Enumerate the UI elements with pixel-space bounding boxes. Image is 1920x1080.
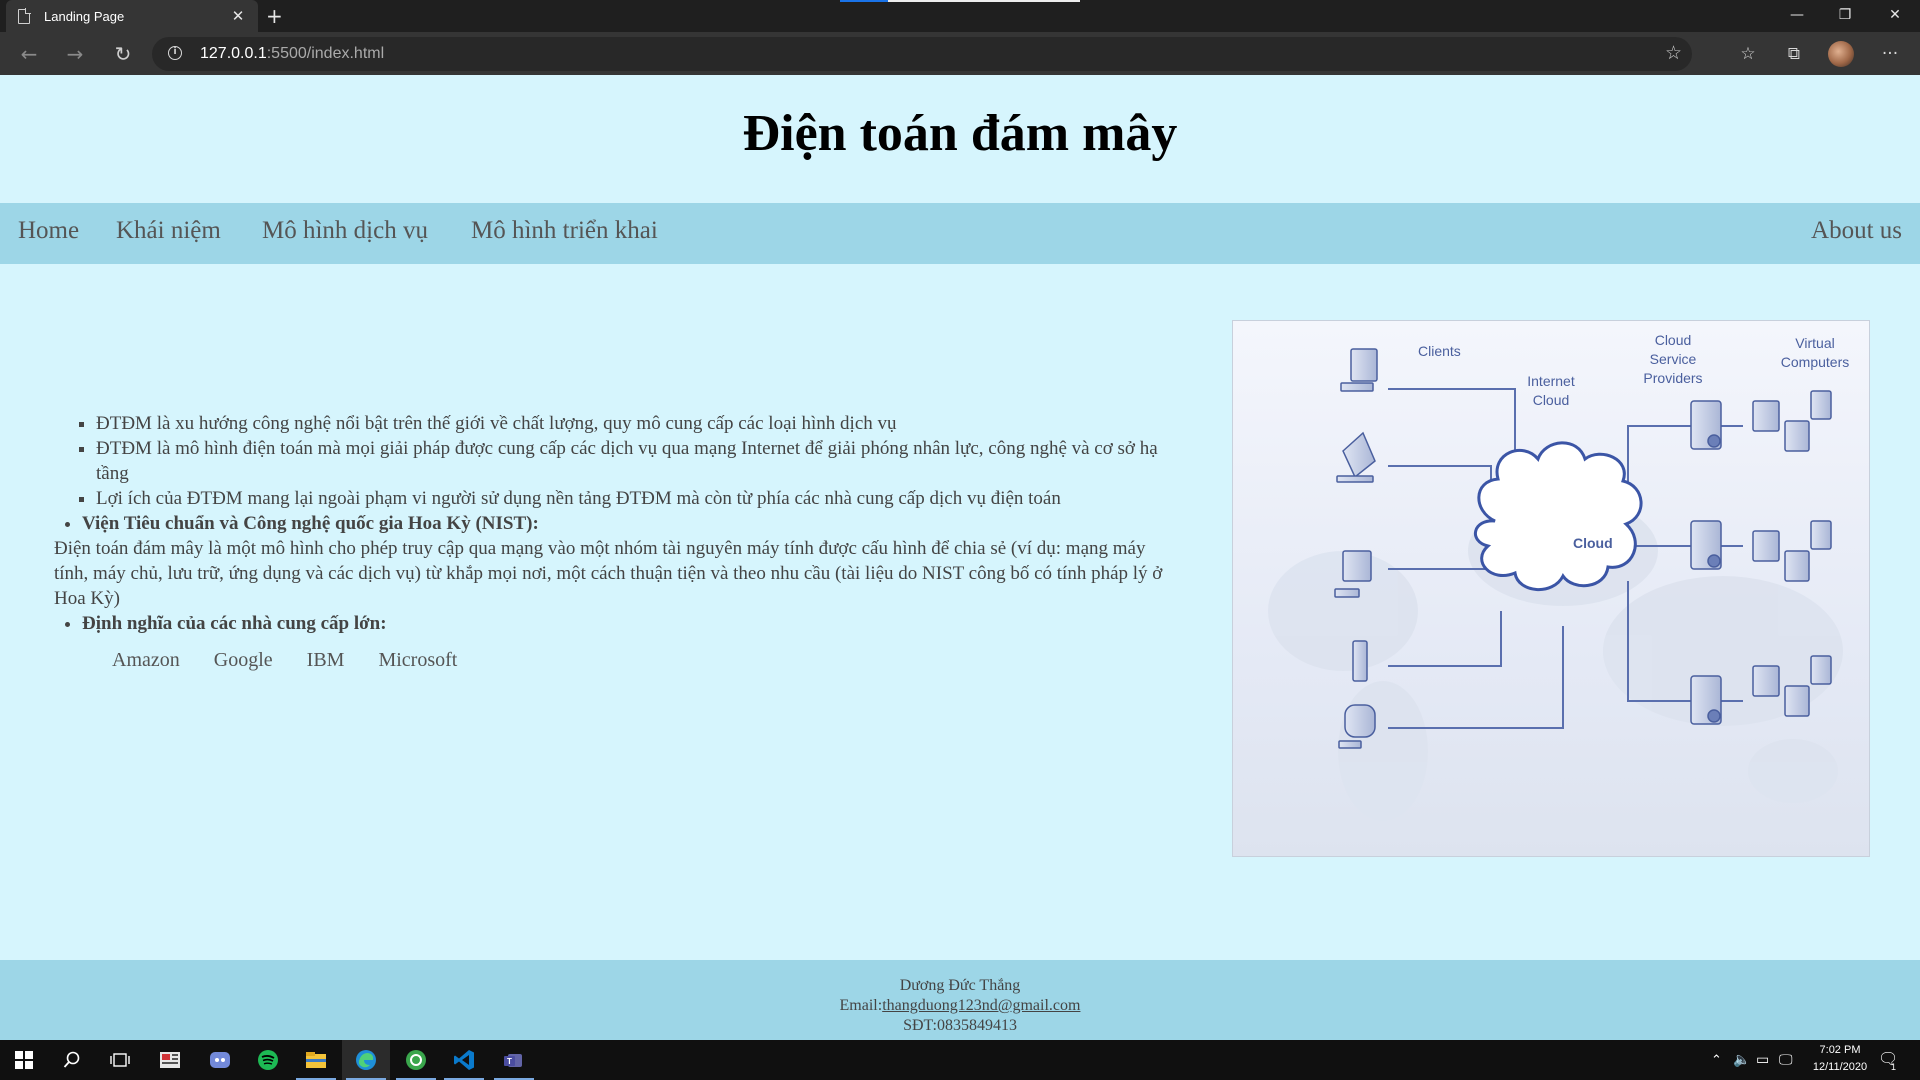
tab-close-icon[interactable]: ✕ — [228, 7, 248, 25]
windows-start-icon[interactable] — [0, 1040, 48, 1080]
label-csp-3: Providers — [1643, 370, 1702, 386]
provider-links: Amazon Google IBM Microsoft — [54, 648, 1184, 673]
search-icon[interactable] — [48, 1040, 96, 1080]
file-explorer-icon[interactable] — [292, 1040, 340, 1080]
tab-title: Landing Page — [44, 8, 125, 24]
footer-name: Dương Đức Thắng — [899, 977, 1021, 994]
main-content: ĐTĐM là xu hướng công nghệ nổi bật trên … — [54, 411, 1184, 673]
edge-browser-icon[interactable] — [342, 1040, 390, 1080]
list-item: ĐTĐM là xu hướng công nghệ nổi bật trên … — [96, 411, 1184, 436]
list-item: Lợi ích của ĐTĐM mang lại ngoài phạm vi … — [96, 486, 1184, 511]
providers-list: Định nghĩa của các nhà cung cấp lớn: — [54, 611, 1184, 636]
restore-button[interactable]: ❐ — [1822, 0, 1868, 30]
browser-tab[interactable]: Landing Page ✕ — [6, 0, 258, 32]
battery-icon[interactable]: ▭ — [1756, 1051, 1769, 1068]
close-window-button[interactable]: ✕ — [1872, 0, 1918, 30]
providers-heading-item: Định nghĩa của các nhà cung cấp lớn: — [82, 611, 1184, 636]
nav-mo-hinh-dich-vu[interactable]: Mô hình dịch vụ — [262, 217, 428, 245]
network-icon[interactable]: 🖵 — [1779, 1051, 1793, 1068]
discord-icon[interactable] — [196, 1040, 244, 1080]
nav-khai-niem[interactable]: Khái niệm — [116, 217, 221, 245]
forward-icon[interactable]: → — [62, 41, 88, 67]
collections-icon[interactable]: ⧉ — [1780, 40, 1808, 68]
provider-amazon[interactable]: Amazon — [112, 648, 180, 673]
list-item: ĐTĐM là mô hình điện toán mà mọi giải ph… — [96, 436, 1184, 486]
label-csp-2: Service — [1650, 351, 1697, 367]
browser-toolbar: ← → ↻ i 127.0.0.1:5500/index.html ☆ ☆ ⧉ … — [0, 32, 1920, 75]
document-icon — [18, 8, 31, 24]
clock-date[interactable]: 12/11/2020 — [1808, 1061, 1872, 1073]
label-clients: Clients — [1418, 343, 1461, 359]
teams-icon[interactable]: T — [490, 1040, 538, 1080]
nist-heading: Viện Tiêu chuẩn và Công nghệ quốc gia Ho… — [82, 513, 539, 534]
address-bar[interactable]: i 127.0.0.1:5500/index.html ☆ — [152, 37, 1692, 71]
favorite-star-icon[interactable]: ☆ — [1665, 42, 1682, 64]
news-app-icon[interactable] — [146, 1040, 194, 1080]
svg-text:T: T — [507, 1057, 512, 1066]
green-app-icon[interactable] — [392, 1040, 440, 1080]
footer-email-link[interactable]: thangduong123nd@gmail.com — [882, 997, 1080, 1014]
label-vc-1: Virtual — [1795, 335, 1834, 351]
label-cloud: Cloud — [1573, 535, 1613, 551]
info-icon[interactable]: i — [168, 46, 182, 60]
cloud-shape — [1473, 441, 1643, 592]
back-icon[interactable]: ← — [16, 41, 42, 67]
footer-phone: SĐT:0835849413 — [903, 1017, 1017, 1034]
refresh-icon[interactable]: ↻ — [110, 41, 136, 67]
new-tab-button[interactable]: + — [266, 4, 283, 28]
volume-icon[interactable]: 🔈 — [1733, 1051, 1750, 1068]
nist-heading-item: Viện Tiêu chuẩn và Công nghệ quốc gia Ho… — [82, 511, 1184, 536]
windows-taskbar: T ⌃ 🔈 ▭ 🖵 7:02 PM 12/11/2020 🗨 1 — [0, 1040, 1920, 1080]
vscode-icon[interactable] — [440, 1040, 488, 1080]
notification-count: 1 — [1891, 1062, 1897, 1072]
nist-description: Điện toán đám mây là một mô hình cho phé… — [54, 538, 1163, 609]
favorites-list-icon[interactable]: ☆ — [1734, 40, 1762, 68]
tab-strip-indicator-accent — [840, 0, 888, 2]
label-internet-cloud-1: Internet — [1527, 373, 1575, 389]
label-csp-1: Cloud — [1655, 332, 1692, 348]
nav-about-us[interactable]: About us — [1811, 217, 1902, 245]
provider-google[interactable]: Google — [214, 648, 273, 673]
feature-list: ĐTĐM là xu hướng công nghệ nổi bật trên … — [54, 411, 1184, 511]
definition-list: Viện Tiêu chuẩn và Công nghệ quốc gia Ho… — [54, 511, 1184, 536]
nav-mo-hinh-trien-khai[interactable]: Mô hình triển khai — [471, 217, 658, 245]
provider-ibm[interactable]: IBM — [307, 648, 345, 673]
url-text[interactable]: 127.0.0.1:5500/index.html — [200, 45, 384, 63]
cloud-diagram-svg: Clients Internet Cloud Cloud Service Pro… — [1268, 332, 1849, 821]
label-vc-2: Computers — [1781, 354, 1849, 370]
spotify-icon[interactable] — [244, 1040, 292, 1080]
task-view-icon[interactable] — [96, 1040, 144, 1080]
main-navbar: Home Khái niệm Mô hình dịch vụ Mô hình t… — [0, 203, 1920, 264]
browser-tab-bar: Landing Page ✕ + — ❐ ✕ — [0, 0, 1920, 32]
label-internet-cloud-2: Cloud — [1533, 392, 1570, 408]
provider-microsoft[interactable]: Microsoft — [378, 648, 457, 673]
page-title: Điện toán đám mây — [742, 105, 1178, 162]
clock-time[interactable]: 7:02 PM — [1808, 1044, 1872, 1056]
providers-heading: Định nghĩa của các nhà cung cấp lớn: — [82, 613, 387, 634]
page-footer: Dương Đức Thắng Email:thangduong123nd@gm… — [0, 960, 1920, 1040]
page-viewport: Điện toán đám mây Home Khái niệm Mô hình… — [0, 75, 1920, 1040]
more-icon[interactable]: ··· — [1876, 40, 1904, 68]
nav-home[interactable]: Home — [18, 217, 79, 245]
minimize-button[interactable]: — — [1774, 0, 1820, 30]
profile-avatar[interactable] — [1828, 41, 1854, 67]
footer-email-label: Email: — [839, 997, 883, 1014]
footer-email-line: Email:thangduong123nd@gmail.com — [0, 996, 1920, 1016]
cloud-computing-diagram: Clients Internet Cloud Cloud Service Pro… — [1232, 320, 1870, 857]
tray-chevron-icon[interactable]: ⌃ — [1711, 1052, 1722, 1068]
provider-servers — [1690, 400, 1722, 725]
